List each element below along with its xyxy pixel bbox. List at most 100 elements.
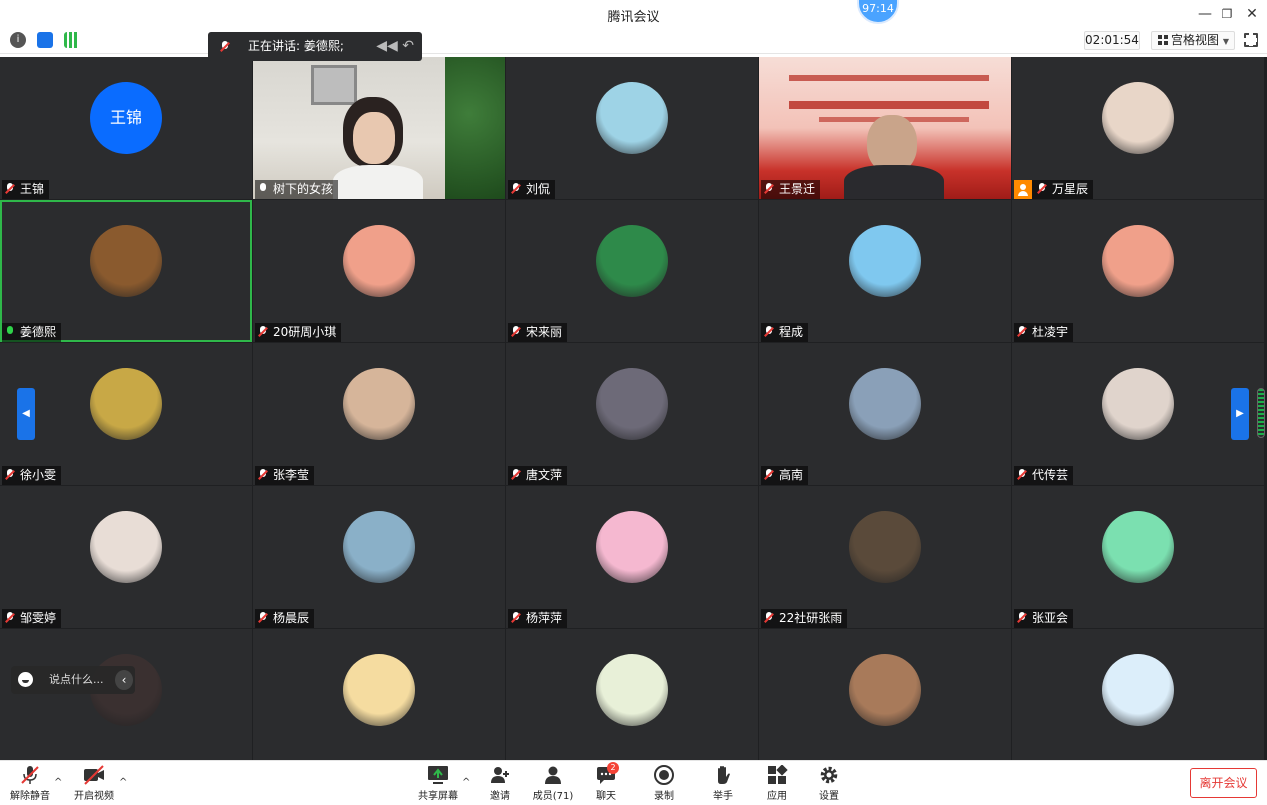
participant-name: 张李莹 [273, 468, 310, 482]
view-mode-dropdown[interactable]: 宫格视图 ▼ [1151, 31, 1235, 50]
avatar [1102, 368, 1174, 440]
share-options-caret-icon[interactable]: ^ [462, 777, 470, 788]
mic-muted-icon [764, 183, 774, 195]
participant-tile[interactable] [1012, 629, 1264, 760]
add-user-icon [489, 765, 511, 785]
participant-tile[interactable]: 邹雯婷 [0, 486, 252, 628]
mic-muted-icon [1017, 326, 1027, 338]
share-screen-icon [427, 765, 449, 785]
signal-bars-icon[interactable] [64, 32, 80, 48]
avatar [1102, 511, 1174, 583]
participant-tile[interactable]: 万星辰 [1012, 57, 1264, 199]
participant-tile[interactable]: 唐文萍 [506, 343, 758, 485]
mic-muted-icon [5, 469, 15, 481]
invite-button[interactable]: 邀请 [486, 765, 514, 802]
chat-button[interactable]: 2 聊天 [593, 762, 619, 802]
minimize-button[interactable]: — [1194, 4, 1216, 24]
participant-tile[interactable]: 王锦 王锦 [0, 57, 252, 199]
volume-indicator [1257, 388, 1265, 438]
mic-muted-icon [5, 183, 15, 195]
participant-tile[interactable] [506, 629, 758, 760]
meeting-window: 腾讯会议 — ❐ ✕ 97:14 i 02:01:54 宫格视图 ▼ 王锦 王锦树… [0, 0, 1267, 805]
participant-tile[interactable]: 杨晨辰 [253, 486, 505, 628]
members-icon [542, 765, 564, 785]
participant-tile[interactable]: 代传芸 [1012, 343, 1264, 485]
participant-name-tag: 邹雯婷 [2, 609, 62, 628]
fullscreen-icon[interactable] [1243, 32, 1258, 47]
members-button[interactable]: 成员(71) [532, 765, 574, 802]
participant-tile[interactable]: 王景迁 [759, 57, 1011, 199]
share-screen-button[interactable]: 共享屏幕 [416, 765, 460, 802]
host-badge-icon [1014, 180, 1032, 199]
prev-page-button[interactable]: ◀ [17, 388, 35, 440]
participant-tile[interactable]: 徐小雯 [0, 343, 252, 485]
mic-muted-icon [511, 183, 521, 195]
next-page-button[interactable]: ▶ [1231, 388, 1249, 440]
avatar [1102, 82, 1174, 154]
participant-tile[interactable] [253, 629, 505, 760]
record-button[interactable]: 录制 [651, 765, 677, 802]
apps-label: 应用 [767, 791, 787, 802]
video-feed [253, 57, 505, 199]
mic-muted-icon [19, 765, 41, 785]
chat-unread-badge: 2 [607, 762, 619, 774]
meeting-timer: 02:01:54 [1084, 31, 1140, 50]
participant-name-tag: 杜凌宇 [1014, 323, 1074, 342]
start-video-button[interactable]: 开启视频 [72, 765, 116, 802]
chevron-down-icon: ▼ [1222, 37, 1229, 46]
participant-tile[interactable]: 20研周小琪 [253, 200, 505, 342]
participant-tile[interactable]: 树下的女孩 [253, 57, 505, 199]
participant-name-tag: 张亚会 [1014, 609, 1074, 628]
avatar [90, 511, 162, 583]
start-video-label: 开启视频 [74, 791, 114, 802]
unmute-button[interactable]: 解除静音 [10, 765, 50, 802]
participant-name-tag: 姜德熙 [2, 323, 62, 342]
participant-tile[interactable] [0, 629, 252, 760]
info-icon[interactable]: i [10, 32, 26, 48]
mic-active-icon [5, 326, 15, 338]
quick-chat-prompt[interactable]: 说点什么... ‹ [11, 666, 135, 694]
participant-name-tag: 万星辰 [1014, 180, 1094, 199]
avatar [849, 225, 921, 297]
apps-button[interactable]: 应用 [764, 764, 790, 802]
collapse-chevron-icon[interactable]: ‹ [115, 670, 133, 690]
collapse-arrow-icon[interactable]: ◀◀ ↶ [374, 39, 414, 53]
participant-name: 杜凌宇 [1032, 325, 1069, 339]
participant-tile[interactable]: 宋来丽 [506, 200, 758, 342]
security-shield-icon[interactable] [37, 32, 53, 48]
record-label: 录制 [654, 791, 674, 802]
unmute-label: 解除静音 [10, 791, 50, 802]
participant-tile[interactable]: 姜德熙 [0, 200, 252, 342]
emoji-icon[interactable] [18, 672, 33, 687]
video-options-caret-icon[interactable]: ^ [119, 777, 127, 788]
participant-tile[interactable]: 张李莹 [253, 343, 505, 485]
participant-tile[interactable]: 22社研张雨 [759, 486, 1011, 628]
audio-options-caret-icon[interactable]: ^ [54, 777, 62, 788]
participant-name-tag: 程成 [761, 323, 809, 342]
participant-name-tag: 20研周小琪 [255, 323, 342, 342]
restore-button[interactable]: ❐ [1216, 4, 1238, 24]
participant-tile[interactable]: 高南 [759, 343, 1011, 485]
view-mode-label: 宫格视图 [1171, 33, 1220, 47]
leave-meeting-button[interactable]: 离开会议 [1190, 768, 1257, 798]
participant-name-tag: 唐文萍 [508, 466, 568, 485]
camera-off-icon [83, 765, 105, 785]
mic-muted-icon [5, 612, 15, 624]
avatar [1102, 225, 1174, 297]
participant-tile[interactable]: 程成 [759, 200, 1011, 342]
raise-hand-button[interactable]: 举手 [710, 765, 736, 802]
participant-tile[interactable] [759, 629, 1011, 760]
participant-tile[interactable]: 杨萍萍 [506, 486, 758, 628]
settings-button[interactable]: 设置 [816, 765, 842, 802]
participant-name-tag: 徐小雯 [2, 466, 62, 485]
participant-tile[interactable]: 张亚会 [1012, 486, 1264, 628]
participant-name: 杨晨辰 [273, 611, 310, 625]
participant-name: 22社研张雨 [779, 611, 843, 625]
participant-name-tag: 王锦 [2, 180, 50, 199]
participant-tile[interactable]: 杜凌宇 [1012, 200, 1264, 342]
info-bar: i 02:01:54 宫格视图 ▼ [0, 28, 1267, 54]
speaker-mic-icon [220, 41, 230, 53]
participant-tile[interactable]: 刘侃 [506, 57, 758, 199]
participant-name: 唐文萍 [526, 468, 563, 482]
close-button[interactable]: ✕ [1241, 4, 1263, 24]
